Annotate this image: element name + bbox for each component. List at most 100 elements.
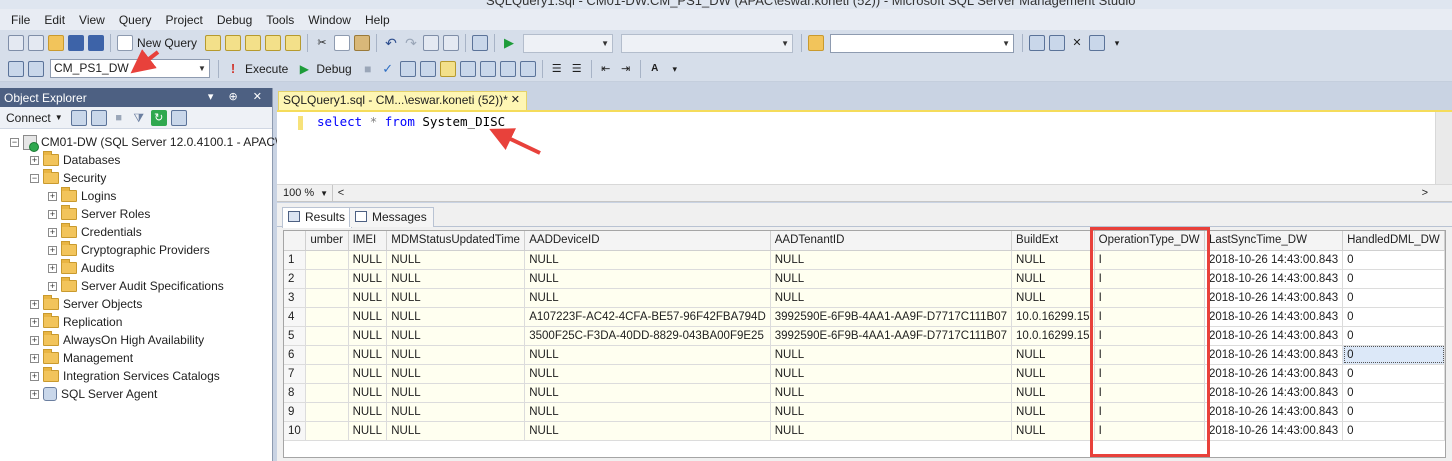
expand-icon[interactable]: + xyxy=(30,155,39,165)
cell[interactable] xyxy=(305,288,349,308)
cell[interactable]: NULL xyxy=(770,288,1013,308)
cell[interactable]: NULL xyxy=(348,402,388,422)
collapse-icon[interactable]: − xyxy=(30,173,39,183)
editor-vertical-scrollbar[interactable] xyxy=(1435,112,1452,186)
chevron-down-icon[interactable]: ▼ xyxy=(51,110,67,126)
column-header-imei[interactable]: IMEI xyxy=(348,231,388,251)
column-header-lastsynctime-dw[interactable]: LastSyncTime_DW xyxy=(1204,231,1344,251)
cell[interactable]: NULL xyxy=(348,307,388,327)
cell[interactable]: NULL xyxy=(386,307,526,327)
cell[interactable]: I xyxy=(1094,326,1205,346)
cell[interactable]: NULL xyxy=(770,383,1013,403)
cell[interactable]: 3500F25C-F3DA-40DD-8829-043BA00F9E25 xyxy=(524,326,771,346)
cell[interactable]: NULL xyxy=(386,364,526,384)
cell[interactable]: NULL xyxy=(524,345,771,365)
paste-icon[interactable] xyxy=(354,35,371,51)
menu-query[interactable]: Query xyxy=(112,13,159,27)
debug-button[interactable]: Debug xyxy=(316,62,351,76)
cell[interactable]: NULL xyxy=(524,383,771,403)
stop-icon[interactable]: ■ xyxy=(111,110,127,126)
activity-monitor-icon[interactable] xyxy=(170,109,187,126)
tree-node-audits[interactable]: + Audits xyxy=(0,259,272,277)
cell[interactable]: 0 xyxy=(1342,326,1445,346)
cell[interactable]: 0 xyxy=(1342,288,1445,308)
solution-configuration-dropdown[interactable]: ▼ xyxy=(523,33,614,53)
zoom-dropdown[interactable]: 100 % ▼ xyxy=(277,184,333,202)
cell[interactable]: NULL xyxy=(770,250,1013,270)
add-item-icon[interactable] xyxy=(28,35,44,51)
cell[interactable]: I xyxy=(1094,345,1205,365)
new-query-icon[interactable] xyxy=(117,35,133,51)
expand-icon[interactable]: + xyxy=(48,191,57,201)
tree-node-server-roles[interactable]: + Server Roles xyxy=(0,205,272,223)
cell[interactable]: 0 xyxy=(1342,269,1445,289)
tree-node-management[interactable]: + Management xyxy=(0,349,272,367)
specify-values-icon[interactable]: A xyxy=(647,61,663,77)
cell[interactable]: I xyxy=(1094,288,1205,308)
expand-icon[interactable]: + xyxy=(30,371,39,381)
expand-icon[interactable]: + xyxy=(48,281,57,291)
column-header-rownum[interactable] xyxy=(284,231,307,251)
cell[interactable]: 2018-10-26 14:43:00.843 xyxy=(1204,345,1344,365)
cell[interactable]: NULL xyxy=(770,269,1013,289)
new-query-button[interactable]: New Query xyxy=(137,36,197,50)
refresh-icon[interactable]: ↻ xyxy=(150,109,167,126)
cell[interactable]: 2018-10-26 14:43:00.843 xyxy=(1204,402,1344,422)
toolbar-options-icon[interactable]: ▾ xyxy=(1109,35,1125,51)
increase-indent-icon[interactable]: ⇥ xyxy=(618,61,634,77)
save-all-icon[interactable] xyxy=(88,35,104,51)
redo-icon[interactable]: ↷ xyxy=(403,35,419,51)
tree-node-alwayson[interactable]: + AlwaysOn High Availability xyxy=(0,331,272,349)
column-header-buildext[interactable]: BuildExt xyxy=(1011,231,1095,251)
column-header-mdmstatusupdatedtime[interactable]: MDMStatusUpdatedTime xyxy=(386,231,526,251)
find-input[interactable]: ▼ xyxy=(830,33,1015,53)
cell[interactable]: NULL xyxy=(524,288,771,308)
cell[interactable]: 2018-10-26 14:43:00.843 xyxy=(1204,250,1344,270)
available-databases-dropdown[interactable]: CM_PS1_DW ▼ xyxy=(50,59,210,78)
cell[interactable]: NULL xyxy=(524,250,771,270)
navigate-backward-icon[interactable] xyxy=(423,35,440,51)
include-plan-icon[interactable] xyxy=(499,60,516,77)
solution-platform-dropdown[interactable]: ▼ xyxy=(621,33,794,53)
cell[interactable]: NULL xyxy=(386,421,526,441)
cell[interactable]: NULL xyxy=(348,345,388,365)
cell[interactable]: 3992590E-6F9B-4AA1-AA9F-D7717C111B07 xyxy=(770,326,1013,346)
expand-icon[interactable]: + xyxy=(48,227,57,237)
column-header-handleddml-dw[interactable]: HandledDML_DW xyxy=(1342,231,1445,251)
start-icon[interactable]: ▶ xyxy=(501,35,517,51)
tree-node-integration-services[interactable]: + Integration Services Catalogs xyxy=(0,367,272,385)
expand-icon[interactable]: + xyxy=(48,245,57,255)
cell[interactable]: 2018-10-26 14:43:00.843 xyxy=(1204,288,1344,308)
cell[interactable]: 2018-10-26 14:43:00.843 xyxy=(1204,364,1344,384)
cell[interactable]: 10.0.16299.15 xyxy=(1011,326,1095,346)
query-designer-icon[interactable] xyxy=(419,60,436,77)
cell[interactable]: NULL xyxy=(386,345,526,365)
undo-icon[interactable]: ↶ xyxy=(383,35,399,51)
tree-node-sql-server-agent[interactable]: + SQL Server Agent xyxy=(0,385,272,403)
cell[interactable]: NULL xyxy=(348,250,388,270)
row-number[interactable]: 10 xyxy=(284,421,307,441)
activity-monitor-icon[interactable] xyxy=(472,35,489,51)
live-statistics-icon[interactable] xyxy=(519,60,536,77)
mdx-query-icon[interactable] xyxy=(245,35,262,51)
row-number[interactable]: 7 xyxy=(284,364,307,384)
cell[interactable] xyxy=(305,307,349,327)
cell[interactable]: NULL xyxy=(770,364,1013,384)
window-layout-icon[interactable] xyxy=(1089,35,1106,51)
cell[interactable] xyxy=(305,421,349,441)
cell[interactable]: A107223F-AC42-4CFA-BE57-96F42FBA794D xyxy=(524,307,771,327)
cell[interactable]: NULL xyxy=(348,383,388,403)
cell[interactable] xyxy=(305,383,349,403)
tree-node-logins[interactable]: + Logins xyxy=(0,187,272,205)
cell[interactable]: NULL xyxy=(386,326,526,346)
cell[interactable]: NULL xyxy=(1011,345,1095,365)
cell[interactable]: NULL xyxy=(348,421,388,441)
column-header-operationtype-dw[interactable]: OperationType_DW xyxy=(1094,231,1205,251)
cancel-query-icon[interactable]: ■ xyxy=(360,61,376,77)
cell[interactable]: NULL xyxy=(348,288,388,308)
cell[interactable]: NULL xyxy=(386,383,526,403)
cell[interactable]: 3992590E-6F9B-4AA1-AA9F-D7717C111B07 xyxy=(770,307,1013,327)
cell[interactable]: 0 xyxy=(1342,307,1445,327)
expand-icon[interactable]: + xyxy=(30,353,39,363)
debug-play-icon[interactable]: ▶ xyxy=(296,61,312,77)
